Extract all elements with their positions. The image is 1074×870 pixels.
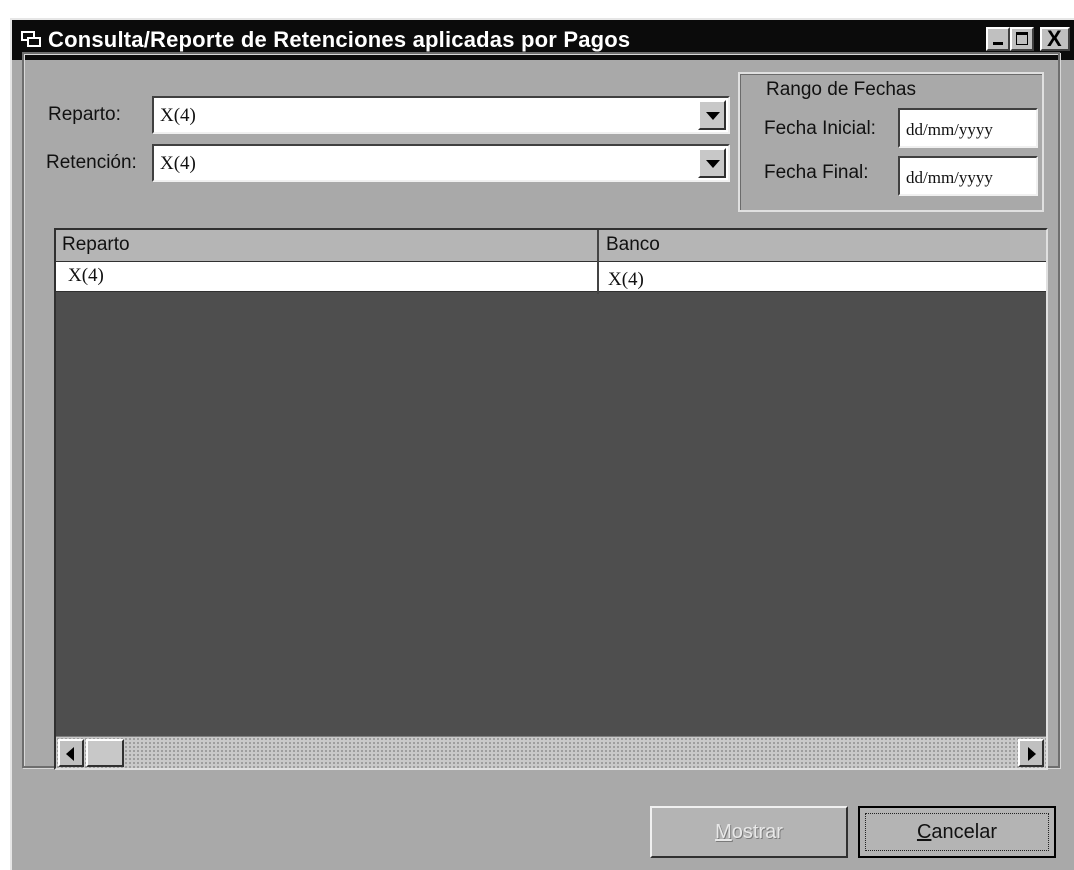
maximize-icon[interactable] (1010, 27, 1034, 51)
start-date-input[interactable]: dd/mm/yyyy (898, 108, 1038, 148)
start-date-value: dd/mm/yyyy (906, 120, 993, 139)
start-date-label: Fecha Inicial: (764, 118, 876, 139)
horizontal-scrollbar[interactable] (56, 736, 1046, 768)
scroll-right-icon[interactable] (1018, 739, 1044, 767)
column-divider (597, 230, 599, 294)
dropdown-arrow-icon[interactable] (698, 148, 726, 178)
table-row[interactable]: X(4) X(4) (56, 262, 1046, 292)
column-header-banco[interactable]: Banco (606, 234, 660, 256)
cancelar-button[interactable]: Cancelar (858, 806, 1056, 858)
retencion-value: X(4) (160, 153, 196, 174)
retencion-label: Retención: (46, 152, 137, 173)
end-date-input[interactable]: dd/mm/yyyy (898, 156, 1038, 196)
app-window-icon (21, 31, 41, 47)
mostrar-label: ostrar (731, 821, 783, 843)
end-date-value: dd/mm/yyyy (906, 168, 993, 187)
window-title: Consulta/Reporte de Retenciones aplicada… (48, 27, 631, 52)
reparto-value: X(4) (160, 105, 196, 126)
mostrar-mnemonic: M (715, 821, 732, 843)
close-glyph: X (1047, 26, 1062, 51)
reparto-select[interactable]: X(4) (152, 96, 730, 134)
column-header-reparto[interactable]: Reparto (62, 234, 130, 256)
end-date-label: Fecha Final: (764, 162, 869, 183)
minimize-icon[interactable] (986, 27, 1010, 51)
retencion-select[interactable]: X(4) (152, 144, 730, 182)
results-grid[interactable]: Reparto Banco X(4) X(4) (54, 228, 1048, 770)
close-icon[interactable]: X (1040, 26, 1070, 51)
cell-banco: X(4) (608, 269, 644, 290)
scroll-left-icon[interactable] (58, 739, 84, 767)
reparto-label: Reparto: (48, 104, 121, 125)
focus-rectangle (865, 813, 1049, 851)
dropdown-arrow-icon[interactable] (698, 100, 726, 130)
grid-header: Reparto Banco (56, 230, 1046, 262)
mostrar-button[interactable]: Mostrar (650, 806, 848, 858)
date-range-title: Rango de Fechas (764, 79, 918, 101)
cell-reparto: X(4) (68, 265, 104, 286)
scroll-thumb[interactable] (86, 739, 124, 767)
